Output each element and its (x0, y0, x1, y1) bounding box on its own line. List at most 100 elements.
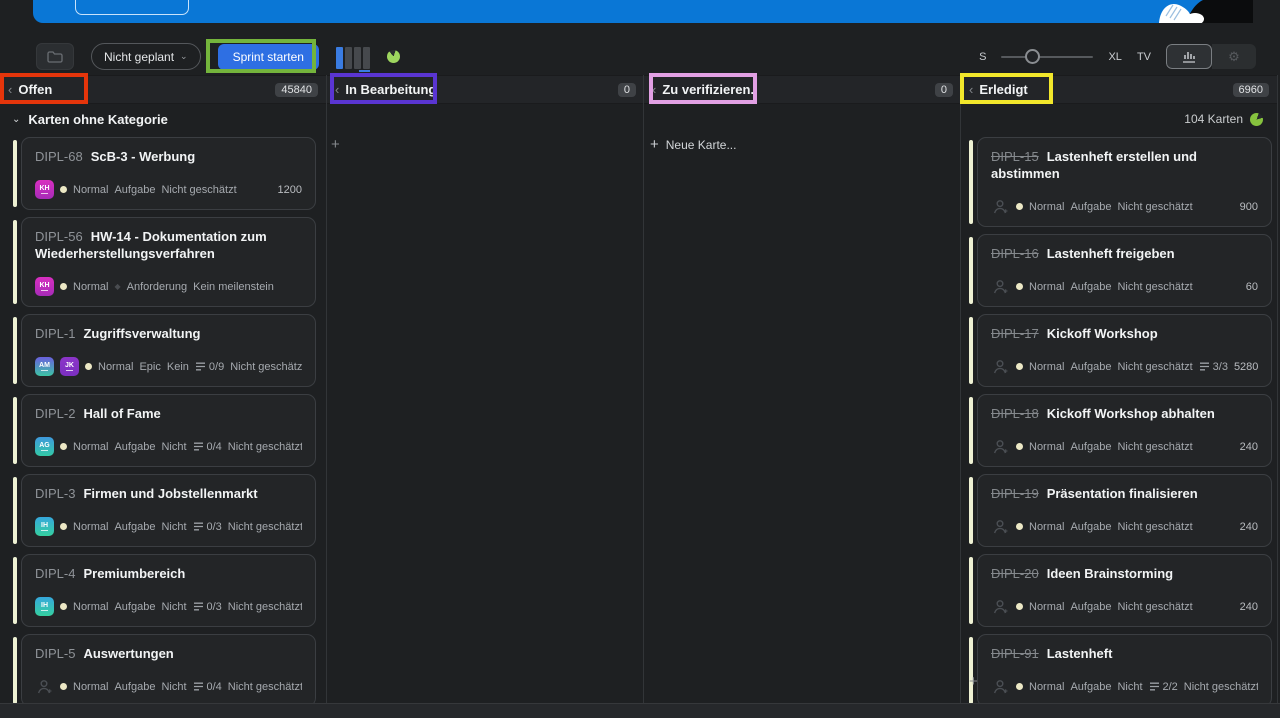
card-head: DIPL-15Lastenheft erstellen und abstimme… (991, 148, 1258, 182)
subtasks-count: 0/9 (209, 361, 224, 373)
assignee-placeholder-icon[interactable] (35, 677, 54, 696)
card-meta-item: Nicht geschätzt (1117, 441, 1192, 453)
tv-mode-button[interactable]: TV (1137, 51, 1151, 63)
kanban-card[interactable]: DIPL-3Firmen und JobstellenmarktIHNormal… (21, 474, 316, 547)
section-title[interactable]: Karten ohne Kategorie (28, 112, 167, 127)
card-stripe (13, 637, 17, 703)
card-meta-item: Epic (139, 361, 160, 373)
column-bar-active (336, 47, 343, 69)
column-count-badge: 0 (935, 83, 953, 97)
kanban-card[interactable]: DIPL-20Ideen Brainstorming NormalAufgabeN… (977, 554, 1272, 627)
subtasks-indicator: 0/3 (193, 521, 222, 533)
collapse-column-icon[interactable]: ‹ (969, 82, 973, 97)
card-size-slider[interactable] (1001, 49, 1093, 64)
assignee-ghost-icon (992, 278, 1010, 296)
column-divider (326, 75, 327, 703)
card-meta-item: Nicht geschätzt (161, 184, 236, 196)
assignee-placeholder-icon[interactable] (991, 597, 1010, 616)
slider-knob[interactable] (1025, 49, 1040, 64)
card-stripe (13, 317, 17, 384)
column-count-badge: 6960 (1233, 83, 1269, 97)
card-title: Lastenheft freigeben (1047, 246, 1175, 261)
card-meta-item: Normal (73, 521, 108, 533)
card-meta: KHNormal◆AnforderungKein meilenstein (35, 276, 302, 297)
assignee-placeholder-icon[interactable] (991, 677, 1010, 696)
avatar-kh[interactable]: KH (35, 277, 54, 296)
priority-dot-icon (60, 283, 67, 290)
assignee-ghost-icon (992, 678, 1010, 696)
assignee-ghost-icon (992, 598, 1010, 616)
avatar-kh[interactable]: KH (35, 180, 54, 199)
column-bar-underline (359, 70, 370, 72)
assignee-ghost-icon (992, 358, 1010, 376)
card-head: DIPL-1Zugriffsverwaltung (35, 325, 302, 342)
card-meta-item: Nicht (161, 601, 186, 613)
column-title: Offen (18, 82, 52, 97)
card-meta-item: Normal (1029, 521, 1064, 533)
banner-button[interactable] (75, 0, 189, 15)
sprint-filter-dropdown[interactable]: Nicht geplant ⌄ (91, 43, 201, 70)
kanban-card[interactable]: DIPL-16Lastenheft freigebenNormalAufgabe… (977, 234, 1272, 307)
settings-button[interactable]: ⚙ (1212, 44, 1256, 69)
column-header-erledigt[interactable]: ‹ Erledigt 6960 (961, 75, 1277, 104)
avatar-am[interactable]: AM (35, 357, 54, 376)
column-header-offen[interactable]: ‹ Offen 45840 (0, 75, 326, 104)
avatar-jk[interactable]: JK (60, 357, 79, 376)
chart-view-button[interactable] (1166, 44, 1212, 69)
kanban-card[interactable]: DIPL-17Kickoff WorkshopNormalAufgabeNich… (977, 314, 1272, 387)
avatar-ag[interactable]: AG (35, 437, 54, 456)
collapse-column-icon[interactable]: ‹ (335, 82, 339, 97)
hand-illustration (1133, 0, 1253, 23)
subtasks-count: 3/3 (1213, 361, 1228, 373)
kanban-card[interactable]: DIPL-1ZugriffsverwaltungAMJKNormalEpicKe… (21, 314, 316, 387)
collapse-column-icon[interactable]: ‹ (652, 82, 656, 97)
card-meta: NormalAufgabeNicht geschätzt240 (991, 596, 1258, 617)
card-size-min-label: S (979, 51, 986, 63)
card-head: DIPL-20Ideen Brainstorming (991, 565, 1258, 582)
add-card-button-zu-verifizieren[interactable]: + Neue Karte... (650, 136, 736, 153)
column-header-in-bearbeitung[interactable]: ‹ In Bearbeitung 0 (327, 75, 644, 104)
column-bar (363, 47, 370, 69)
assignee-placeholder-icon[interactable] (991, 197, 1010, 216)
kanban-card[interactable]: DIPL-68ScB-3 - WerbungKHNormalAufgabeNic… (21, 137, 316, 210)
card-meta-item: Kein meilenstein (193, 281, 274, 293)
card-meta-item: Aufgabe (1070, 281, 1111, 293)
column-header-zu-verifizieren[interactable]: ‹ Zu verifizieren. 0 (644, 75, 961, 104)
card-id: DIPL-18 (991, 406, 1039, 421)
folder-button[interactable] (36, 43, 74, 70)
kanban-card[interactable]: DIPL-5AuswertungenNormalAufgabeNicht0/4N… (21, 634, 316, 703)
kanban-card[interactable]: DIPL-15Lastenheft erstellen und abstimme… (977, 137, 1272, 227)
add-card-button-in-bearbeitung[interactable]: + (331, 136, 340, 153)
priority-dot-icon (1016, 603, 1023, 610)
collapse-section-icon[interactable]: ⌄ (12, 114, 20, 125)
column-count-badge: 45840 (275, 83, 318, 97)
column-layout-widget[interactable] (336, 45, 370, 69)
kanban-card[interactable]: DIPL-2Hall of FameAGNormalAufgabeNicht0/… (21, 394, 316, 467)
card-meta: IHNormalAufgabeNicht0/3Nicht geschätzt (35, 516, 302, 537)
assignee-placeholder-icon[interactable] (991, 357, 1010, 376)
assignee-placeholder-icon[interactable] (991, 277, 1010, 296)
kanban-card[interactable]: DIPL-56HW-14 - Dokumentation zum Wiederh… (21, 217, 316, 307)
bar-chart-icon (1182, 50, 1196, 63)
card-head: DIPL-5Auswertungen (35, 645, 302, 662)
card-meta-item: Nicht geschätzt (228, 601, 302, 613)
sprint-start-button[interactable]: Sprint starten (218, 44, 319, 70)
priority-dot-icon (60, 443, 67, 450)
card-meta-item: Nicht geschätzt (1117, 521, 1192, 533)
assignee-placeholder-icon[interactable] (991, 437, 1010, 456)
kanban-card[interactable]: DIPL-19Präsentation finalisierenNormalAu… (977, 474, 1272, 547)
card-meta-item: Aufgabe (114, 184, 155, 196)
timer-pie-icon[interactable] (387, 50, 400, 63)
card-effort-value: 5280 (1234, 361, 1258, 373)
avatar-ih[interactable]: IH (35, 597, 54, 616)
subtasks-indicator: 0/9 (195, 361, 224, 373)
kanban-card[interactable]: DIPL-4PremiumbereichIHNormalAufgabeNicht… (21, 554, 316, 627)
card-head: DIPL-2Hall of Fame (35, 405, 302, 422)
avatar-ih[interactable]: IH (35, 517, 54, 536)
collapse-column-icon[interactable]: ‹ (8, 82, 12, 97)
add-card-button-erledigt[interactable]: + (969, 673, 978, 690)
kanban-card[interactable]: DIPL-91LastenheftNormalAufgabeNicht2/2Ni… (977, 634, 1272, 703)
card-meta-item: Nicht geschätzt (1117, 281, 1192, 293)
assignee-placeholder-icon[interactable] (991, 517, 1010, 536)
kanban-card[interactable]: DIPL-18Kickoff Workshop abhaltenNormalAu… (977, 394, 1272, 467)
